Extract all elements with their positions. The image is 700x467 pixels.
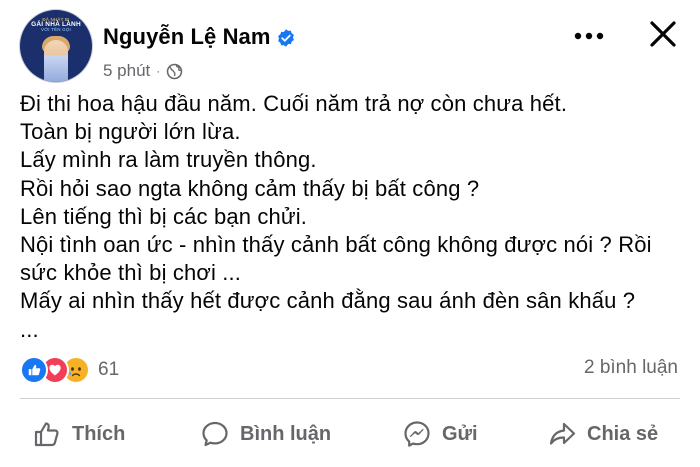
verified-badge-icon xyxy=(278,29,294,47)
comment-button[interactable]: Bình luận xyxy=(200,414,331,454)
post-line: Rồi hỏi sao ngta không cảm thấy bị bất c… xyxy=(20,175,480,201)
avatar[interactable]: ĐÃ NHẬT BỊ GÁI NHÀ LÀNH VỚI TÊN GỌI xyxy=(20,10,92,82)
post-line: sức khỏe thì bị chơi ... xyxy=(20,260,242,286)
send-button[interactable]: Gửi xyxy=(402,414,478,454)
comment-label: Bình luận xyxy=(240,422,332,445)
like-icon xyxy=(20,356,48,384)
post-line: Toàn bị người lớn lừa. xyxy=(20,119,241,145)
messenger-icon xyxy=(404,421,430,447)
divider xyxy=(20,398,680,399)
meta-separator: · xyxy=(156,64,161,78)
post-line: ... xyxy=(20,316,39,342)
comment-icon xyxy=(202,421,228,447)
more-options-icon[interactable] xyxy=(572,24,606,48)
share-arrow-icon xyxy=(549,422,576,445)
avatar-banner: ĐÃ NHẬT BỊ GÁI NHÀ LÀNH VỚI TÊN GỌI xyxy=(20,17,92,32)
send-label: Gửi xyxy=(442,422,478,445)
thumbs-up-icon xyxy=(34,422,59,447)
like-button[interactable]: Thích xyxy=(32,414,125,454)
comment-count[interactable]: 2 bình luận xyxy=(584,357,678,379)
reactions-summary[interactable]: 61 xyxy=(20,356,120,384)
post-line: Đi thi hoa hậu đầu năm. Cuối năm trả nợ … xyxy=(20,91,568,116)
post-line: Nội tình oan ức - nhìn thấy cảnh bất côn… xyxy=(20,232,652,258)
post-line: Lấy mình ra làm truyền thông. xyxy=(20,147,317,173)
close-icon[interactable] xyxy=(645,16,681,52)
like-label: Thích xyxy=(72,422,126,445)
share-label: Chia sẻ xyxy=(587,422,659,445)
post-meta: 5 phút · xyxy=(103,60,183,82)
post-line: Lên tiếng thì bị các bạn chửi. xyxy=(20,203,308,229)
share-button[interactable]: Chia sẻ xyxy=(547,414,658,454)
post-line: Mấy ai nhìn thấy hết được cảnh đằng sau … xyxy=(20,288,636,314)
globe-icon xyxy=(167,63,183,79)
post-card: ĐÃ NHẬT BỊ GÁI NHÀ LÀNH VỚI TÊN GỌI Nguy… xyxy=(0,0,700,467)
post-time[interactable]: 5 phút xyxy=(103,61,150,81)
post-text: Đi thi hoa hậu đầu năm. Cuối năm trả nợ … xyxy=(20,90,690,344)
avatar-figure xyxy=(44,40,68,82)
author-name[interactable]: Nguyễn Lệ Nam xyxy=(103,24,271,50)
reaction-count: 61 xyxy=(98,359,120,380)
